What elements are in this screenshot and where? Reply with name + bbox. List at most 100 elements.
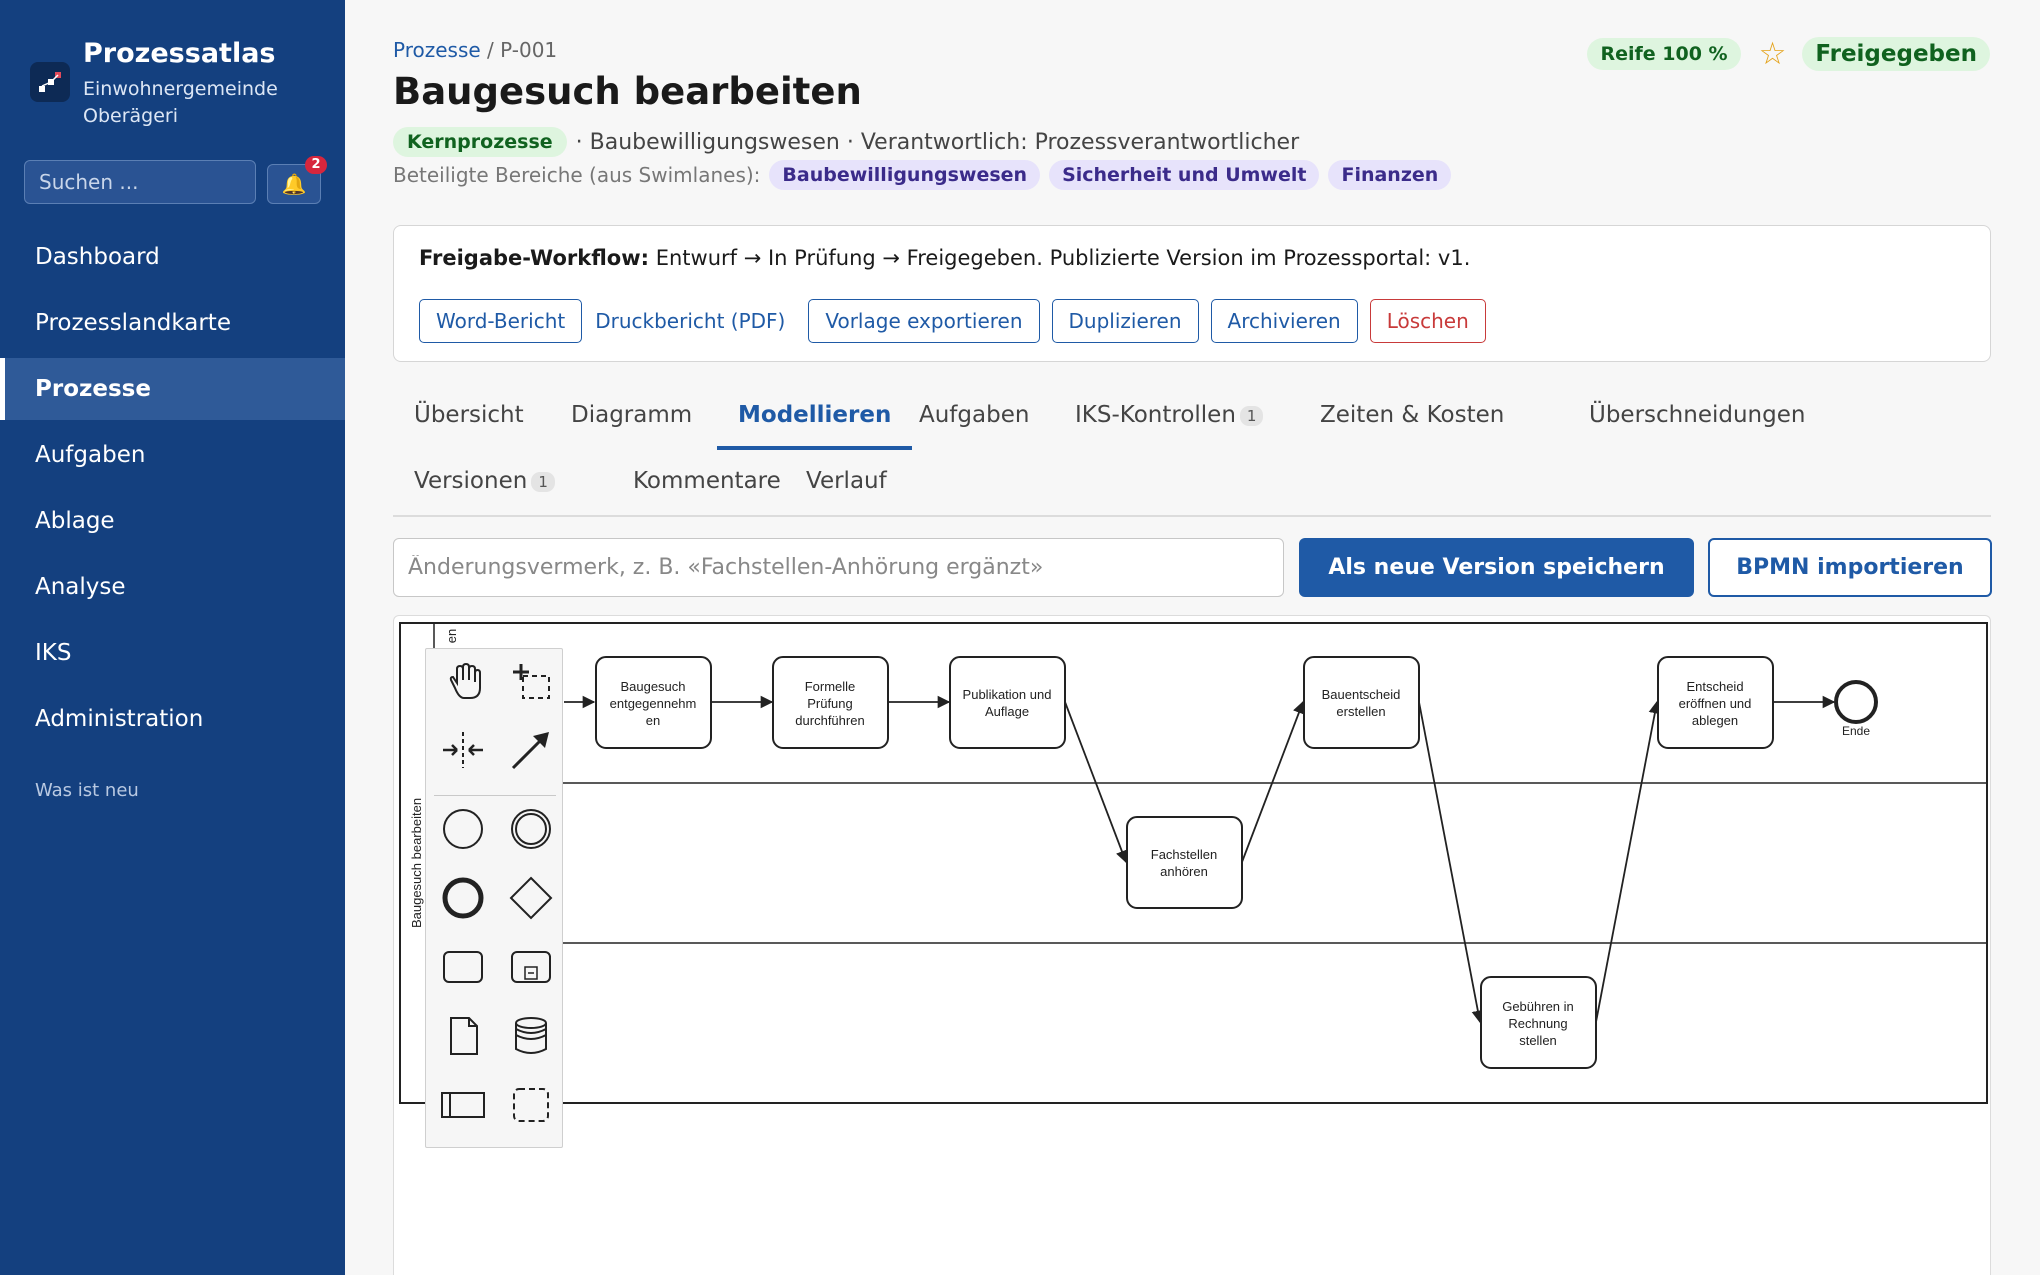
areas-label: Beteiligte Bereiche (aus Swimlanes): — [393, 163, 761, 187]
workflow-actions: Word-Bericht Druckbericht (PDF) Vorlage … — [419, 299, 1498, 343]
tab-versionen[interactable]: Versionen 1 — [393, 456, 576, 512]
maturity-badge: Reife 100 % — [1587, 38, 1741, 70]
task-label: anhören — [1160, 864, 1208, 879]
gateway-icon[interactable] — [507, 874, 555, 922]
lasso-tool-icon[interactable] — [507, 658, 555, 706]
org-name: Einwohnergemeinde Oberägeri — [83, 78, 278, 127]
task-label: en — [646, 713, 660, 728]
tab-kommentare[interactable]: Kommentare — [612, 456, 802, 512]
task-label: Gebühren in — [1502, 999, 1574, 1014]
task-label: erstellen — [1336, 704, 1385, 719]
nav-item-prozesslandkarte[interactable]: Prozesslandkarte — [0, 292, 345, 354]
nav-item-dashboard[interactable]: Dashboard — [0, 226, 345, 288]
data-object-icon[interactable] — [439, 1012, 487, 1060]
data-store-icon[interactable] — [507, 1012, 555, 1060]
category-badge: Kernprozesse — [393, 127, 567, 157]
hand-tool-icon[interactable] — [439, 658, 487, 706]
lane-label: en — [444, 629, 459, 643]
task-label: durchführen — [795, 713, 864, 728]
breadcrumb-link-prozesse[interactable]: Prozesse — [393, 38, 481, 62]
nav-item-prozesse[interactable]: Prozesse — [0, 358, 345, 420]
workflow-panel: Freigabe-Workflow: Entwurf → In Prüfung … — [393, 225, 1991, 362]
tab-versionen-label: Versionen — [414, 468, 528, 494]
tab-iks-kontrollen[interactable]: IKS-Kontrollen 1 — [1054, 390, 1284, 446]
nav-item-aufgaben[interactable]: Aufgaben — [0, 424, 345, 486]
process-meta-text: · Baubewilligungswesen · Verantwortlich:… — [575, 129, 1300, 155]
task-label: eröffnen und — [1679, 696, 1752, 711]
group-icon[interactable] — [507, 1081, 555, 1129]
task-label: Rechnung — [1508, 1016, 1567, 1031]
tab-verlauf[interactable]: Verlauf — [785, 456, 908, 512]
word-report-button[interactable]: Word-Bericht — [419, 299, 583, 343]
end-event-icon[interactable] — [439, 874, 487, 922]
main-nav: Dashboard Prozesslandkarte Prozesse Aufg… — [0, 226, 345, 754]
task-label: Baugesuch — [620, 679, 685, 694]
nav-item-iks[interactable]: IKS — [0, 622, 345, 684]
task-bauentscheid-erstellen[interactable]: Bauentscheid erstellen — [1303, 656, 1420, 749]
end-event-label: Ende — [1842, 724, 1870, 738]
export-template-button[interactable]: Vorlage exportieren — [808, 299, 1040, 343]
subprocess-icon[interactable] — [507, 943, 555, 991]
bpmn-canvas[interactable]: Baugesuch bearbeiten en Baugesuch entgeg… — [393, 615, 1991, 1275]
task-label: Publikation und — [963, 687, 1052, 702]
area-badge: Baubewilligungswesen — [769, 160, 1041, 190]
breadcrumb-current: P-001 — [500, 38, 558, 62]
task-baugesuch-entgegennehmen[interactable]: Baugesuch entgegennehm en — [595, 656, 712, 749]
task-publikation-auflage[interactable]: Publikation und Auflage — [949, 656, 1066, 749]
bell-icon: 🔔 — [281, 172, 307, 196]
task-label: Auflage — [985, 704, 1029, 719]
nav-item-ablage[interactable]: Ablage — [0, 490, 345, 552]
space-tool-icon[interactable] — [439, 726, 487, 774]
task-label: Fachstellen — [1151, 847, 1217, 862]
save-version-button[interactable]: Als neue Version speichern — [1299, 538, 1694, 597]
status-area: Reife 100 % ☆ Freigegeben — [1587, 36, 1990, 72]
breadcrumb: Prozesse / P-001 — [393, 38, 557, 62]
pdf-report-button[interactable]: Druckbericht (PDF) — [594, 299, 797, 343]
status-badge: Freigegeben — [1802, 37, 1990, 71]
archive-button[interactable]: Archivieren — [1210, 299, 1358, 343]
star-icon[interactable]: ☆ — [1759, 36, 1787, 72]
task-icon[interactable] — [439, 943, 487, 991]
connect-tool-icon[interactable] — [507, 726, 555, 774]
notifications-button[interactable]: 🔔 2 — [267, 156, 327, 204]
area-badge: Sicherheit und Umwelt — [1049, 160, 1320, 190]
app-title: Prozessatlas — [83, 38, 276, 69]
tab-diagram[interactable]: Diagramm — [550, 390, 713, 446]
change-note-input[interactable] — [393, 538, 1284, 597]
tab-zeiten-kosten[interactable]: Zeiten & Kosten — [1299, 390, 1525, 446]
tab-modellieren[interactable]: Modellieren — [717, 390, 913, 450]
workflow-info: Freigabe-Workflow: Entwurf → In Prüfung … — [419, 246, 1470, 270]
bpmn-import-button[interactable]: BPMN importieren — [1708, 538, 1992, 597]
tab-ueberschneidungen[interactable]: Überschneidungen — [1568, 390, 1826, 446]
start-event-icon[interactable] — [439, 805, 487, 853]
pool-icon[interactable] — [439, 1081, 487, 1129]
duplicate-button[interactable]: Duplizieren — [1051, 299, 1199, 343]
tab-overview[interactable]: Übersicht — [393, 390, 545, 446]
search-input[interactable] — [24, 160, 256, 204]
whats-new-link[interactable]: Was ist neu — [35, 780, 139, 801]
areas-row: Beteiligte Bereiche (aus Swimlanes): Bau… — [393, 160, 1452, 190]
tab-aufgaben[interactable]: Aufgaben — [898, 390, 1050, 446]
end-event[interactable]: Ende — [1834, 680, 1878, 738]
bpmn-palette — [425, 648, 563, 1148]
task-gebuehren-in-rechnung[interactable]: Gebühren in Rechnung stellen — [1480, 976, 1597, 1069]
task-label: stellen — [1519, 1033, 1557, 1048]
tab-count-badge: 1 — [1239, 405, 1264, 426]
palette-separator — [434, 795, 556, 796]
nav-item-administration[interactable]: Administration — [0, 688, 345, 750]
intermediate-event-icon[interactable] — [507, 805, 555, 853]
page-title: Baugesuch bearbeiten — [393, 70, 862, 113]
task-label: Bauentscheid — [1322, 687, 1401, 702]
task-formelle-pruefung[interactable]: Formelle Prüfung durchführen — [772, 656, 889, 749]
task-entscheid-eroeffnen[interactable]: Entscheid eröffnen und ablegen — [1657, 656, 1774, 749]
bpmn-diagram[interactable]: Baugesuch bearbeiten en Baugesuch entgeg… — [394, 616, 1991, 1275]
sidebar: Prozessatlas Einwohnergemeinde Oberägeri… — [0, 0, 345, 1275]
nav-item-analyse[interactable]: Analyse — [0, 556, 345, 618]
delete-button[interactable]: Löschen — [1369, 299, 1486, 343]
tab-iks-label: IKS-Kontrollen — [1075, 402, 1236, 428]
process-meta: Kernprozesse · Baubewilligungswesen · Ve… — [393, 127, 1299, 157]
workflow-text: Entwurf → In Prüfung → Freigegeben. Publ… — [655, 246, 1471, 270]
task-label: ablegen — [1692, 713, 1738, 728]
task-fachstellen-anhoeren[interactable]: Fachstellen anhören — [1126, 816, 1243, 909]
tab-count-badge: 1 — [531, 471, 555, 492]
